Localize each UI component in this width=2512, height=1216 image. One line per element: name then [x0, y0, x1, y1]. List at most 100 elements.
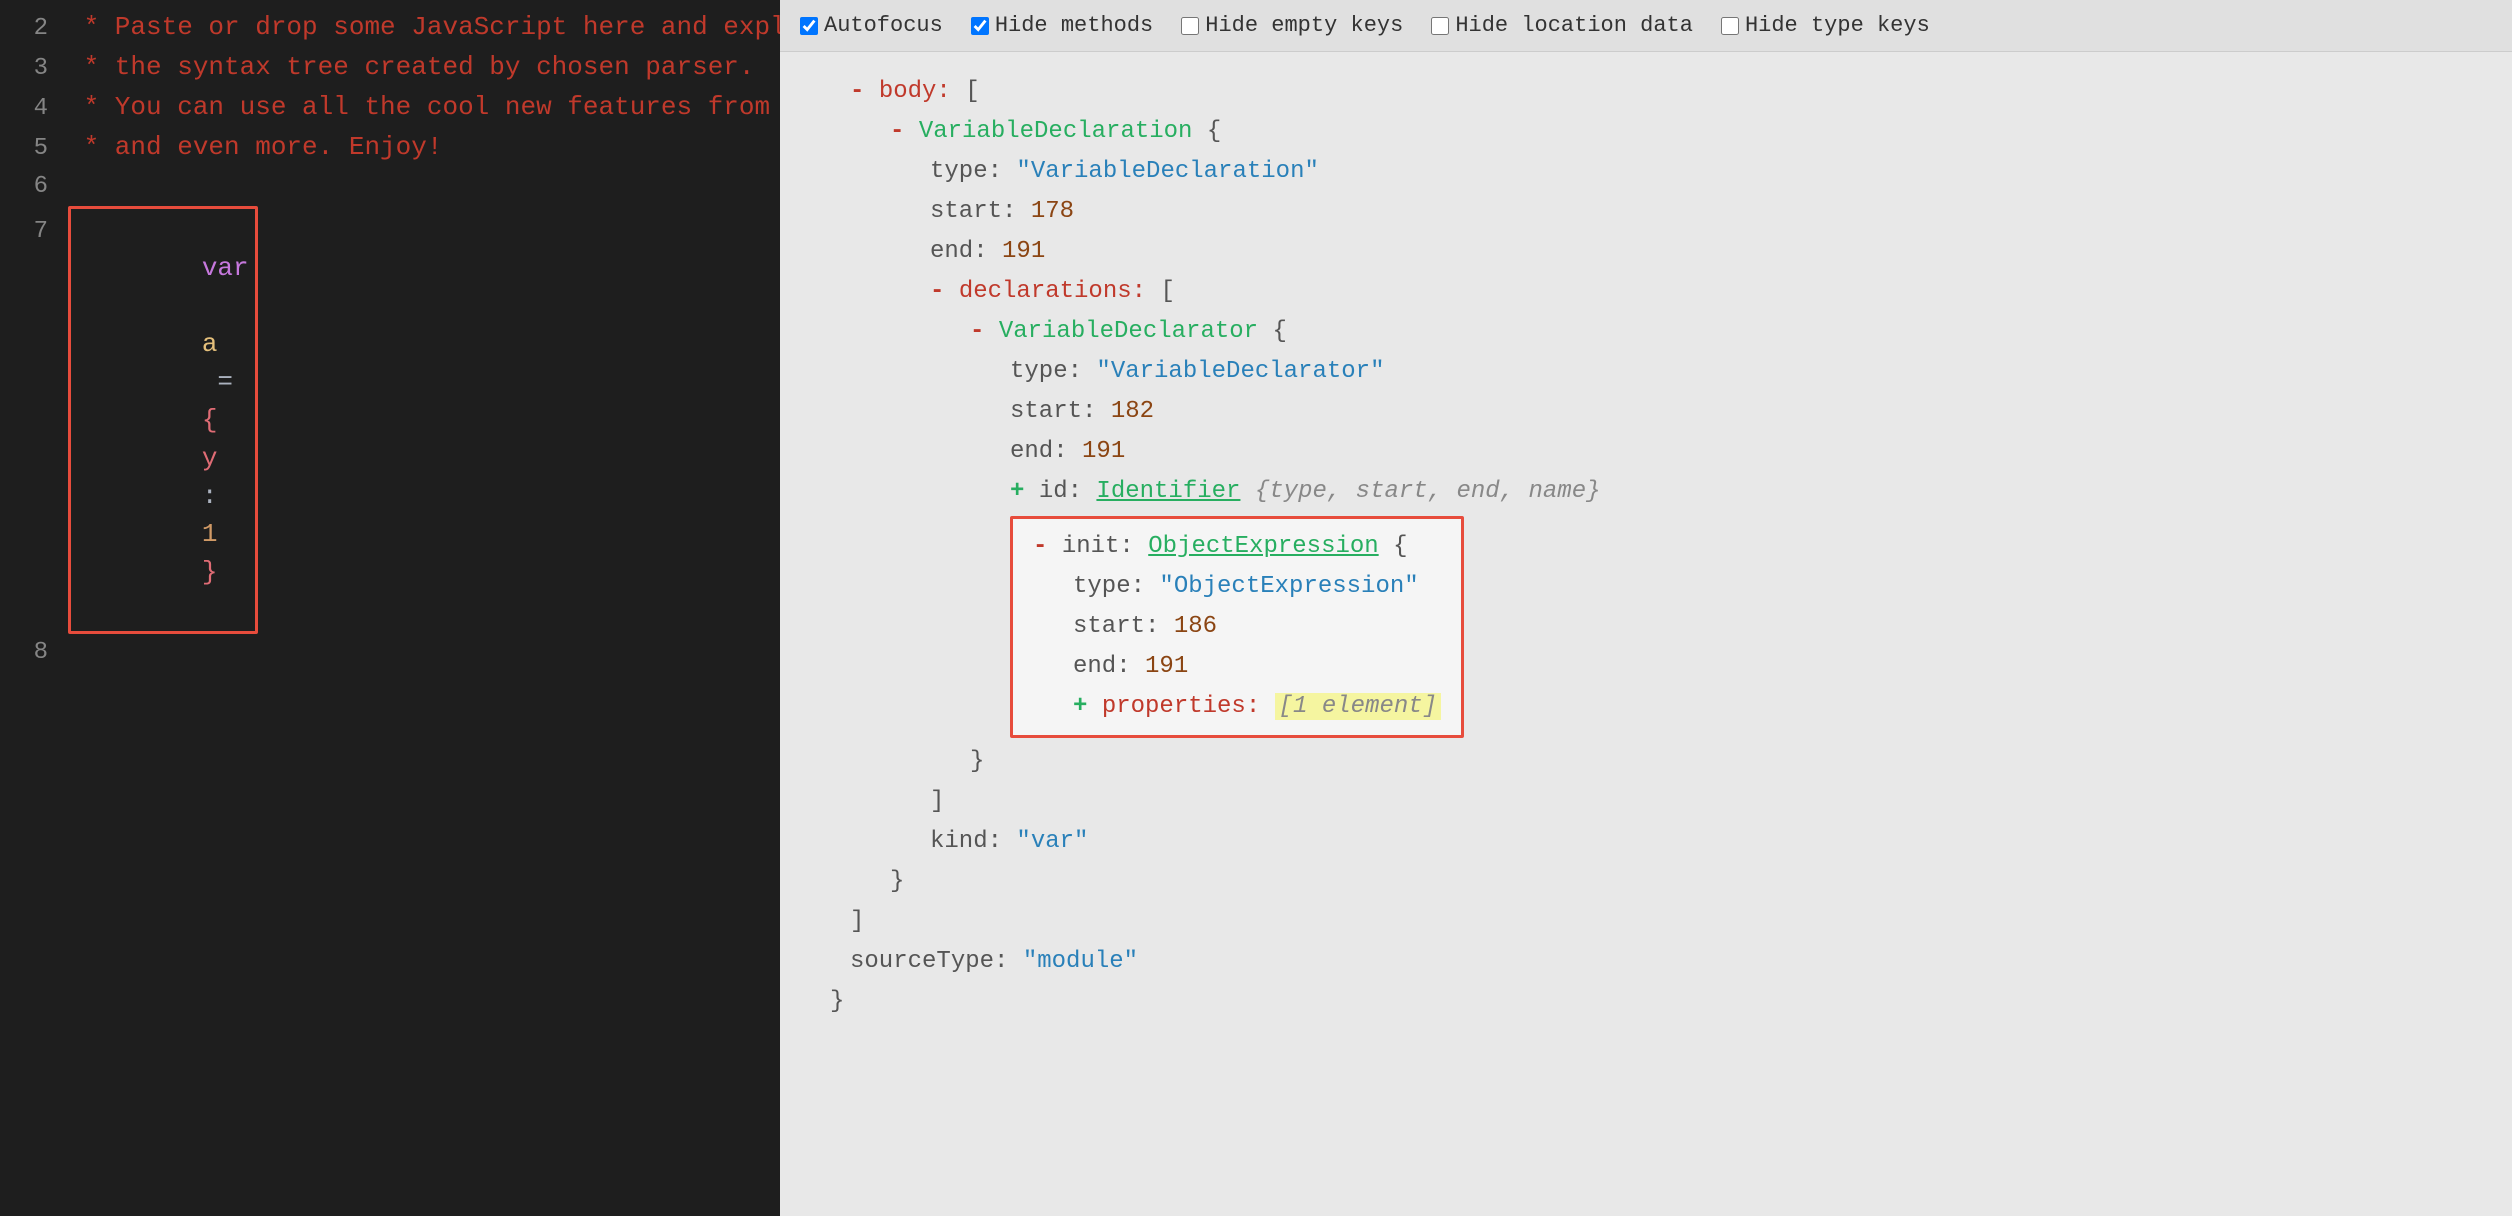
line-number: 7	[16, 213, 48, 251]
id-type[interactable]: Identifier	[1096, 478, 1240, 505]
open-brace: {	[1207, 118, 1221, 145]
body-row: - body: [	[810, 72, 2482, 112]
highlighted-code: var a = { y : 1 }	[68, 206, 258, 634]
end-label: end:	[930, 238, 1002, 265]
code-editor[interactable]: 2 * Paste or drop some JavaScript here a…	[0, 0, 780, 1216]
end3-value: 191	[1145, 653, 1188, 680]
source-type-value: "module"	[1023, 948, 1138, 975]
ast-panel: Autofocus Hide methods Hide empty keys H…	[780, 0, 2512, 1216]
close-brace-row: }	[810, 742, 2482, 782]
collapse-body-icon[interactable]: -	[850, 78, 864, 105]
code-line-6: 6	[0, 168, 780, 206]
end2-label: end:	[1010, 438, 1082, 465]
init-brace: {	[1393, 533, 1407, 560]
close-bracket2: ]	[850, 908, 864, 935]
autofocus-checkbox[interactable]: Autofocus	[800, 13, 943, 38]
code-line-8: 8	[0, 634, 780, 672]
ast-toolbar: Autofocus Hide methods Hide empty keys H…	[780, 0, 2512, 52]
start2-row: start: 182	[810, 392, 2482, 432]
hide-methods-input[interactable]	[971, 17, 989, 35]
line-number: 3	[16, 50, 48, 88]
init-label: init:	[1062, 533, 1148, 560]
hide-methods-label: Hide methods	[995, 13, 1153, 38]
variable-declaration-row: - VariableDeclaration {	[810, 112, 2482, 152]
close-bracket: ]	[930, 788, 944, 815]
type2-row: type: "VariableDeclarator"	[810, 352, 2482, 392]
type3-label: type:	[1073, 573, 1159, 600]
type-value: "VariableDeclaration"	[1016, 158, 1318, 185]
code-text: * Paste or drop some JavaScript here and…	[68, 8, 780, 46]
close-bracket2-row: ]	[810, 902, 2482, 942]
hide-empty-keys-checkbox[interactable]: Hide empty keys	[1181, 13, 1403, 38]
close-brace2-row: }	[810, 862, 2482, 902]
line-number: 4	[16, 90, 48, 128]
start-row: start: 178	[810, 192, 2482, 232]
autofocus-input[interactable]	[800, 17, 818, 35]
variable-declarator-label: VariableDeclarator	[999, 318, 1273, 345]
code-text: * and even more. Enjoy!	[68, 128, 442, 166]
kind-label: kind:	[930, 828, 1016, 855]
hide-type-keys-checkbox[interactable]: Hide type keys	[1721, 13, 1930, 38]
type2-value: "VariableDeclarator"	[1096, 358, 1384, 385]
kind-value: "var"	[1016, 828, 1088, 855]
start-label: start:	[930, 198, 1031, 225]
properties-label: properties:	[1102, 693, 1275, 720]
hide-location-data-input[interactable]	[1431, 17, 1449, 35]
collapse-declarations-icon[interactable]: -	[930, 278, 944, 305]
collapse-var-decl-icon[interactable]: -	[890, 118, 904, 145]
id-label: id:	[1039, 478, 1097, 505]
hide-type-keys-input[interactable]	[1721, 17, 1739, 35]
autofocus-label: Autofocus	[824, 13, 943, 38]
hide-empty-keys-label: Hide empty keys	[1205, 13, 1403, 38]
end3-label: end:	[1073, 653, 1145, 680]
init-header-row: - init: ObjectExpression {	[1033, 527, 1441, 567]
close-brace: }	[970, 748, 984, 775]
collapse-var-declr-icon[interactable]: -	[970, 318, 984, 345]
body-label: body:	[879, 78, 965, 105]
type3-value: "ObjectExpression"	[1159, 573, 1418, 600]
properties-value: [1 element]	[1275, 693, 1441, 720]
start2-value: 182	[1111, 398, 1154, 425]
expand-properties-icon[interactable]: +	[1073, 693, 1087, 720]
source-type-label: sourceType:	[850, 948, 1023, 975]
declarations-row: - declarations: [	[810, 272, 2482, 312]
variable-declaration-label: VariableDeclaration	[919, 118, 1207, 145]
id-row: + id: Identifier {type, start, end, name…	[810, 472, 2482, 512]
type-label: type:	[930, 158, 1016, 185]
code-line-2: 2 * Paste or drop some JavaScript here a…	[0, 8, 780, 48]
close-brace2: }	[890, 868, 904, 895]
end3-row: end: 191	[1033, 647, 1441, 687]
init-type[interactable]: ObjectExpression	[1148, 533, 1378, 560]
close-bracket-row: ]	[810, 782, 2482, 822]
end2-row: end: 191	[810, 432, 2482, 472]
source-type-row: sourceType: "module"	[810, 942, 2482, 982]
var-declarator-brace: {	[1272, 318, 1286, 345]
hide-empty-keys-input[interactable]	[1181, 17, 1199, 35]
collapse-init-icon[interactable]: -	[1033, 533, 1047, 560]
line-number: 2	[16, 10, 48, 48]
line-number: 5	[16, 130, 48, 168]
type2-label: type:	[1010, 358, 1096, 385]
kind-row: kind: "var"	[810, 822, 2482, 862]
code-line-3: 3 * the syntax tree created by chosen pa…	[0, 48, 780, 88]
hide-type-keys-label: Hide type keys	[1745, 13, 1930, 38]
end2-value: 191	[1082, 438, 1125, 465]
line-number: 8	[16, 634, 48, 672]
start3-label: start:	[1073, 613, 1174, 640]
variable-declarator-row: - VariableDeclarator {	[810, 312, 2482, 352]
root-close-brace: }	[830, 988, 844, 1015]
expand-id-icon[interactable]: +	[1010, 478, 1024, 505]
end-value: 191	[1002, 238, 1045, 265]
start3-value: 186	[1174, 613, 1217, 640]
start2-label: start:	[1010, 398, 1111, 425]
code-text: * You can use all the cool new features …	[68, 88, 780, 126]
code-content: 2 * Paste or drop some JavaScript here a…	[0, 0, 780, 680]
ast-tree-view: - body: [ - VariableDeclaration { type: …	[780, 52, 2512, 1216]
hide-location-data-checkbox[interactable]: Hide location data	[1431, 13, 1693, 38]
code-line-5: 5 * and even more. Enjoy!	[0, 128, 780, 168]
line-number: 6	[16, 168, 48, 206]
init-section-container: - init: ObjectExpression { type: "Object…	[810, 516, 2482, 738]
hide-methods-checkbox[interactable]: Hide methods	[971, 13, 1153, 38]
root-close-brace-row: }	[810, 982, 2482, 1022]
init-highlight-box: - init: ObjectExpression { type: "Object…	[1010, 516, 1464, 738]
